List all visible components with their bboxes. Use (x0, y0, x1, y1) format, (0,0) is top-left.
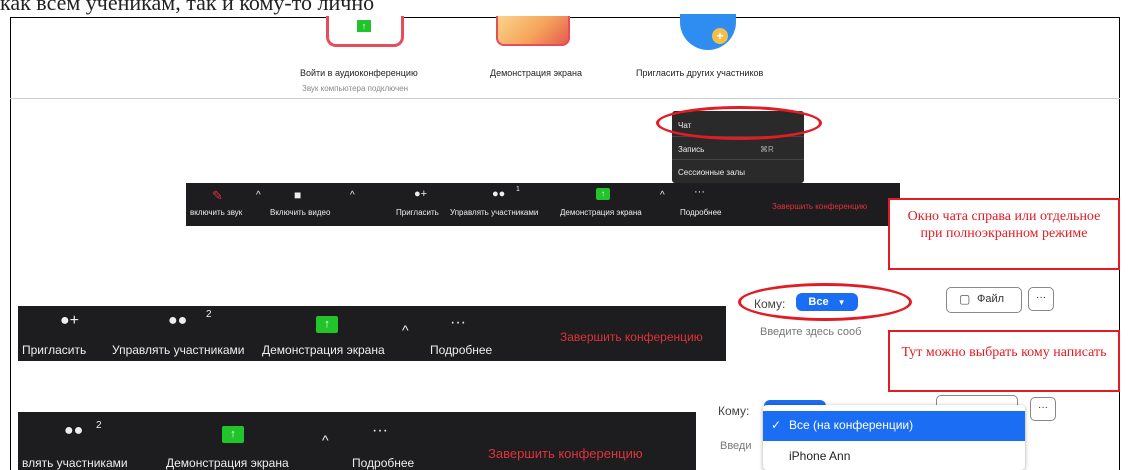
join-audio-tile[interactable]: ↑ (322, 16, 406, 48)
recipient-option-all[interactable]: ✓ Все (на конференции) (763, 411, 1025, 441)
chat1-message-input[interactable]: Введите здесь сооб (760, 326, 861, 338)
caption-top: как всем ученикам, так и кому-то лично (0, 0, 375, 15)
toolbar2-share-label[interactable]: Демонстрация экрана (262, 343, 385, 357)
chat2-more-button[interactable]: ··· (1030, 397, 1056, 421)
mic-muted-icon[interactable]: ✎ (212, 188, 223, 204)
toolbar1-invite-label[interactable]: Пригласить (396, 208, 439, 217)
invite-icon: + (680, 14, 736, 50)
menu-separator (672, 159, 804, 160)
invite-others-label: Пригласить других участников (636, 68, 764, 78)
recipient-dropdown: ✓ Все (на конференции) iPhone Ann (763, 405, 1025, 470)
recipient-option-all-label: Все (на конференции) (789, 418, 914, 432)
screen-share-label: Демонстрация экрана (490, 68, 582, 78)
invite-others-tile[interactable]: + (680, 14, 740, 54)
plus-badge-icon: + (712, 28, 728, 44)
video-off-icon[interactable]: ■ (294, 188, 301, 202)
more-dots-icon[interactable]: ··· (450, 314, 466, 332)
toolbar1-mute-label[interactable]: включить звук (190, 208, 242, 217)
menu-record-shortcut: ⌘R (760, 145, 774, 154)
more-dots-icon[interactable]: ··· (372, 422, 388, 440)
chevron-up-icon[interactable]: ^ (402, 322, 409, 338)
toolbar2-manage-label[interactable]: Управлять участниками (112, 343, 245, 357)
chat1-file-button[interactable]: ▢ Файл (946, 287, 1022, 313)
chevron-up-icon[interactable]: ^ (256, 190, 261, 201)
participants-count: 1 (516, 186, 520, 193)
check-icon: ✓ (771, 418, 782, 432)
toolbar2-end-button[interactable]: Завершить конференцию (560, 330, 703, 344)
menu-item-record[interactable]: Запись (678, 145, 704, 154)
toolbar2-more-label[interactable]: Подробнее (430, 343, 492, 357)
chat1-file-label: Файл (977, 293, 1005, 305)
screen-share-tile[interactable] (492, 16, 572, 48)
toolbar3-end-button[interactable]: Завершить конференцию (488, 446, 643, 461)
toolbar1-more-label[interactable]: Подробнее (680, 208, 722, 217)
chat2-message-input[interactable]: Введи (720, 440, 752, 452)
chevron-up-icon[interactable]: ^ (322, 432, 329, 448)
participants-icon[interactable]: ●● (492, 188, 505, 200)
callout-chat-window: Окно чата справа или отдельное при полно… (888, 198, 1120, 270)
toolbar1-manage-label[interactable]: Управлять участниками (450, 208, 538, 217)
menu-item-breakout[interactable]: Сессионные залы (678, 168, 745, 177)
toolbar1-video-label[interactable]: Включить видео (270, 208, 330, 217)
participants-count: 2 (96, 420, 102, 431)
toolbar3-manage-label[interactable]: влять участниками (22, 456, 128, 470)
share-screen-icon[interactable]: ↑ (596, 188, 610, 200)
participants-count: 2 (206, 309, 212, 320)
participants-icon[interactable]: ●● (168, 312, 187, 330)
toolbar3-more-label[interactable]: Подробнее (352, 456, 414, 470)
audio-sub-label: Звук компьютера подключен (302, 84, 409, 93)
callout-choose-recipient: Тут можно выбрать кому написать (888, 330, 1120, 392)
join-audio-icon: ↑ (326, 16, 404, 47)
screen-share-icon (496, 16, 570, 46)
highlight-ellipse-to (738, 283, 912, 321)
recipient-option-iphone[interactable]: iPhone Ann (763, 445, 1025, 469)
toolbar3-share-label[interactable]: Демонстрация экрана (166, 456, 289, 470)
divider-line (10, 98, 1120, 99)
recipient-option-iphone-label: iPhone Ann (789, 449, 851, 463)
chat2-to-label: Кому: (718, 404, 750, 418)
chevron-up-icon[interactable]: ^ (350, 190, 355, 201)
toolbar2-invite-label[interactable]: Пригласить (22, 343, 86, 357)
join-audio-label: Войти в аудиоконференцию (300, 68, 418, 78)
green-arrow-icon: ↑ (357, 20, 371, 32)
chat1-more-button[interactable]: ··· (1028, 287, 1054, 311)
toolbar1-end-button[interactable]: Завершить конференцию (772, 202, 867, 211)
invite-person-icon[interactable]: ●+ (414, 188, 427, 200)
share-screen-icon[interactable]: ↑ (222, 426, 244, 443)
frame-left-line (10, 17, 11, 470)
more-dots-icon[interactable]: ··· (694, 186, 705, 198)
highlight-ellipse-chat (656, 106, 822, 140)
file-icon: ▢ (959, 292, 971, 306)
toolbar1-share-label[interactable]: Демонстрация экрана (560, 208, 642, 217)
share-screen-icon[interactable]: ↑ (316, 316, 338, 333)
chevron-up-icon[interactable]: ^ (660, 190, 665, 201)
participants-icon[interactable]: ●● (64, 422, 83, 440)
invite-person-icon[interactable]: ●+ (60, 312, 79, 330)
